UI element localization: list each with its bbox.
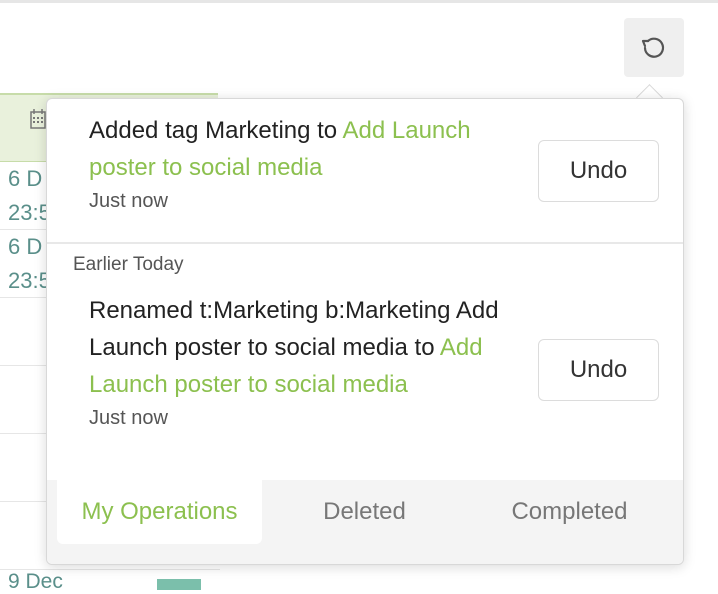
- operation-time: Just now: [89, 190, 168, 212]
- operation-item: Added tag Marketing to Add Launch poster…: [89, 112, 529, 213]
- operation-description: Added tag Marketing to: [89, 117, 343, 144]
- section-divider: [47, 242, 683, 244]
- operation-description: Renamed t:Marketing b:Marketing Add Laun…: [89, 297, 499, 361]
- operations-tabs: My Operations Deleted Completed: [47, 480, 683, 564]
- background-date: 9 Dec: [8, 570, 63, 593]
- history-button[interactable]: [624, 18, 684, 77]
- date-line: 6 D: [8, 166, 43, 191]
- operation-time: Just now: [89, 407, 168, 429]
- background-bar: [157, 579, 201, 590]
- tab-deleted[interactable]: Deleted: [262, 480, 467, 544]
- date-line: 6 D: [8, 234, 43, 259]
- operation-text: Renamed t:Marketing b:Marketing Add Laun…: [89, 292, 529, 403]
- section-label: Earlier Today: [73, 254, 184, 275]
- calendar-icon: [30, 109, 46, 129]
- operation-item: Renamed t:Marketing b:Marketing Add Laun…: [89, 292, 529, 430]
- operation-text: Added tag Marketing to Add Launch poster…: [89, 112, 529, 186]
- tab-my-operations[interactable]: My Operations: [57, 480, 262, 544]
- operations-popover: Added tag Marketing to Add Launch poster…: [46, 98, 684, 565]
- time-line: 23:5: [8, 200, 51, 225]
- top-border: [0, 0, 718, 3]
- time-line: 23:5: [8, 268, 51, 293]
- undo-button[interactable]: Undo: [538, 339, 659, 401]
- background-date: 6 D 23:5: [8, 230, 51, 298]
- background-date: 6 D 23:5: [8, 162, 51, 230]
- history-undo-icon: [641, 37, 665, 58]
- tab-completed[interactable]: Completed: [467, 480, 672, 544]
- undo-button[interactable]: Undo: [538, 140, 659, 202]
